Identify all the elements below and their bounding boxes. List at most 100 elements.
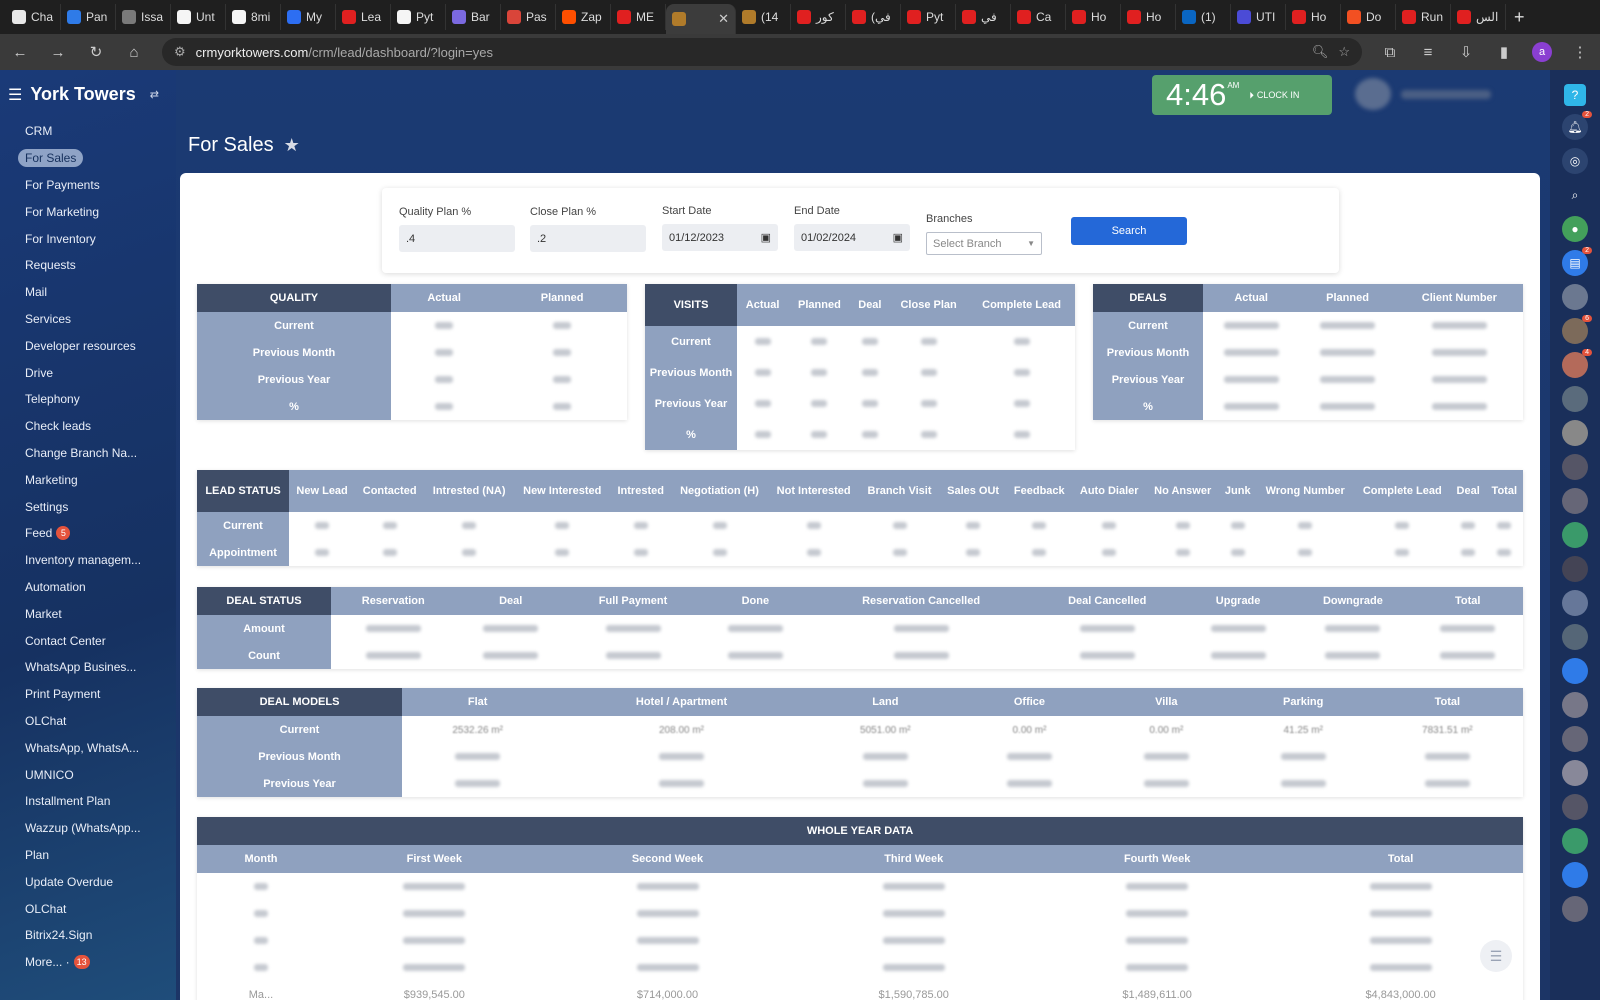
column-header[interactable]: Sales OUt	[939, 470, 1007, 512]
column-header[interactable]: Planned	[1299, 284, 1396, 312]
column-header[interactable]: First Week	[325, 845, 544, 873]
sidebar-item[interactable]: Automation	[18, 574, 141, 601]
column-header[interactable]: Deal	[850, 284, 890, 326]
notifications-icon[interactable]: 🔔︎ 2	[1562, 111, 1592, 140]
brand-title[interactable]: York Towers	[30, 84, 135, 105]
browser-tab[interactable]: Unt	[171, 4, 226, 30]
close-tab-icon[interactable]: ✕	[718, 11, 729, 27]
column-header[interactable]: Reservation	[331, 587, 456, 615]
media-icon[interactable]: ≡	[1418, 44, 1438, 61]
browser-tab[interactable]: Ho	[1286, 4, 1341, 30]
contact-avatar[interactable]: 4	[1562, 349, 1592, 378]
browser-tab[interactable]: Ca	[1011, 4, 1066, 30]
sidebar-item[interactable]: Wazzup (WhatsApp...	[18, 815, 141, 842]
contact-avatar[interactable]	[1562, 386, 1588, 412]
browser-tab[interactable]: ME	[611, 4, 666, 30]
column-header[interactable]: Actual	[391, 284, 498, 312]
column-header[interactable]: Actual	[737, 284, 789, 326]
calendar-icon[interactable]: ▣	[761, 231, 771, 244]
column-header[interactable]: Auto Dialer	[1072, 470, 1147, 512]
sidebar-item[interactable]: Mail	[18, 279, 141, 306]
column-header[interactable]: Total	[1371, 688, 1523, 716]
column-header[interactable]: Negotiation (H)	[671, 470, 768, 512]
browser-tab[interactable]: 8mi	[226, 4, 281, 30]
sidebar-item[interactable]: Bitrix24.Sign	[18, 922, 141, 949]
start-date-input[interactable]: 01/12/2023 ▣	[662, 224, 778, 251]
column-header[interactable]: Close Plan	[889, 284, 969, 326]
column-header[interactable]: Junk	[1218, 470, 1257, 512]
sidebar-item[interactable]: Change Branch Na...	[18, 440, 141, 467]
sidebar-item[interactable]: Check leads	[18, 413, 141, 440]
browser-tab[interactable]: (1)	[1176, 4, 1231, 30]
sidebar-item[interactable]: WhatsApp, WhatsA...	[18, 734, 141, 761]
timeline-icon[interactable]: ◎	[1562, 148, 1588, 174]
contact-avatar[interactable]	[1562, 624, 1588, 650]
download-icon[interactable]: ⇩	[1456, 43, 1476, 61]
column-header[interactable]: Upgrade	[1182, 587, 1294, 615]
end-date-input[interactable]: 01/02/2024 ▣	[794, 224, 910, 251]
clock-in-button[interactable]: ⏵ CLOCK IN	[1249, 90, 1299, 101]
sidebar-item[interactable]: Settings	[18, 493, 141, 520]
browser-tab[interactable]: كور	[791, 4, 846, 30]
contact-avatar[interactable]	[1562, 284, 1588, 310]
sidebar-item[interactable]: Market	[18, 600, 141, 627]
sidebar-item[interactable]: Installment Plan	[18, 788, 141, 815]
quality-plan-input[interactable]: .4	[399, 225, 515, 252]
sidebar-item[interactable]: Update Overdue	[18, 868, 141, 895]
contact-avatar[interactable]	[1562, 522, 1588, 548]
help-icon[interactable]: ?	[1564, 84, 1586, 106]
calendar-icon[interactable]: ▣	[893, 231, 903, 244]
browser-tab[interactable]: Do	[1341, 4, 1396, 30]
column-header[interactable]: Downgrade	[1293, 587, 1413, 615]
browser-tab[interactable]: Bar	[446, 4, 501, 30]
sidebar-item[interactable]: CRM	[18, 118, 141, 145]
favorite-star-icon[interactable]: ★	[284, 135, 300, 156]
browser-tab[interactable]: Issa	[116, 4, 171, 30]
home-icon[interactable]: ⌂	[124, 44, 144, 61]
column-header[interactable]: Villa	[1097, 688, 1235, 716]
search-icon[interactable]: ⌕	[1562, 182, 1588, 208]
sidebar-item[interactable]: Developer resources	[18, 332, 141, 359]
column-header[interactable]: Month	[197, 845, 325, 873]
browser-tab[interactable]: Zap	[556, 4, 611, 30]
sidebar-item[interactable]: More... · 13	[18, 949, 141, 976]
browser-tab[interactable]: UTI	[1231, 4, 1286, 30]
sidebar-item[interactable]: For Payments	[18, 172, 141, 199]
contact-avatar[interactable]	[1562, 488, 1588, 514]
contact-avatar[interactable]	[1562, 862, 1588, 888]
browser-tab[interactable]: Pas	[501, 4, 556, 30]
chat-icon[interactable]: ▤ 2	[1562, 247, 1592, 276]
menu-toggle-icon[interactable]: ☰	[8, 85, 22, 105]
browser-tab[interactable]: الس	[1451, 4, 1506, 30]
branches-select[interactable]: Select Branch ▼	[926, 232, 1042, 255]
contact-avatar[interactable]	[1562, 794, 1588, 820]
column-header[interactable]: Complete Lead	[1353, 470, 1451, 512]
browser-tab[interactable]: Ho	[1066, 4, 1121, 30]
sidebar-item[interactable]: Telephony	[18, 386, 141, 413]
contact-avatar[interactable]	[1562, 828, 1588, 854]
sidebar-item[interactable]: Plan	[18, 842, 141, 869]
clock-widget[interactable]: 4:46 AM ⏵ CLOCK IN	[1152, 75, 1332, 115]
url-field[interactable]: ⚙ crmyorktowers.com/crm/lead/dashboard/?…	[162, 38, 1362, 66]
sidebar-item[interactable]: Drive	[18, 359, 141, 386]
close-plan-input[interactable]: .2	[530, 225, 646, 252]
browser-tab[interactable]: Pyt	[391, 4, 446, 30]
browser-tab[interactable]: Pyt	[901, 4, 956, 30]
contact-avatar[interactable]	[1562, 420, 1588, 446]
reload-icon[interactable]: ↻	[86, 43, 106, 61]
browser-tab[interactable]: في	[956, 4, 1011, 30]
pin-menu-icon[interactable]: ⇄	[150, 88, 159, 101]
site-info-icon[interactable]: ⚙	[174, 44, 186, 60]
column-header[interactable]: Full Payment	[565, 587, 701, 615]
contact-avatar[interactable]	[1562, 760, 1588, 786]
browser-tab[interactable]: (14	[736, 4, 791, 30]
contact-avatar[interactable]	[1562, 726, 1588, 752]
column-header[interactable]: Planned	[497, 284, 627, 312]
column-header[interactable]: Contacted	[355, 470, 425, 512]
browser-tab[interactable]: Ho	[1121, 4, 1176, 30]
back-icon[interactable]: ←	[10, 44, 30, 61]
column-header[interactable]: New Interested	[514, 470, 611, 512]
sidebar-item[interactable]: OLChat	[18, 708, 141, 735]
browser-tab[interactable]: ✕	[666, 4, 736, 34]
sidebar-item[interactable]: Feed 5	[18, 520, 141, 547]
